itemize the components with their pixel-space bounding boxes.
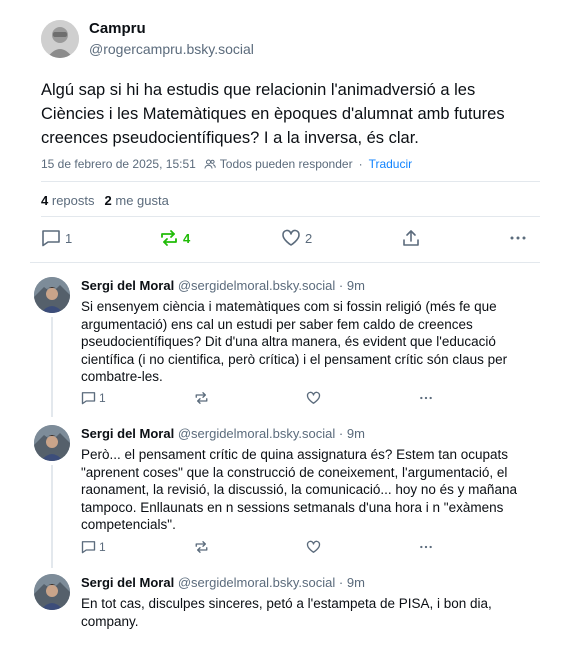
like-button[interactable] <box>306 540 321 554</box>
reply-text: En tot cas, disculpes sinceres, petó a l… <box>81 596 492 629</box>
repost-icon <box>194 540 209 554</box>
reply-time[interactable]: 9m <box>347 575 365 590</box>
reply-text: Si ensenyem ciència i matemàtiques com s… <box>81 299 508 384</box>
heart-icon <box>281 229 301 247</box>
reply-post[interactable]: Sergi del Moral @sergidelmoral.bsky.soci… <box>0 270 570 420</box>
author-handle[interactable]: @rogercampru.bsky.social <box>89 40 254 58</box>
share-button[interactable] <box>402 229 420 247</box>
reply-icon <box>81 540 96 554</box>
likes-count[interactable]: 2 me gusta <box>105 193 169 208</box>
reply-time[interactable]: 9m <box>347 278 365 293</box>
reply-header: Sergi del Moral @sergidelmoral.bsky.soci… <box>81 278 365 293</box>
author-name[interactable]: Campru <box>89 20 254 38</box>
reply-text: Però... el pensament crític de quina ass… <box>81 447 517 532</box>
translate-link[interactable]: Traducir <box>369 157 413 171</box>
reply-post[interactable]: Sergi del Moral @sergidelmoral.bsky.soci… <box>0 568 570 658</box>
reply-author-name[interactable]: Sergi del Moral <box>81 426 174 441</box>
repost-button[interactable] <box>194 540 209 554</box>
divider <box>41 216 540 217</box>
divider <box>30 262 540 263</box>
avatar[interactable] <box>34 277 70 313</box>
reply-author-handle[interactable]: @sergidelmoral.bsky.social <box>178 426 335 441</box>
more-button[interactable] <box>418 391 434 405</box>
more-icon <box>418 391 434 405</box>
engagement-counts: 4 reposts 2 me gusta <box>41 193 169 208</box>
post-author[interactable]: Campru @rogercampru.bsky.social <box>41 20 254 58</box>
repost-button[interactable] <box>194 391 209 405</box>
reply-icon <box>81 391 96 405</box>
thread-line <box>51 465 53 568</box>
heart-icon <box>306 540 321 554</box>
post-actions: 1 4 2 <box>41 229 531 249</box>
more-icon <box>509 229 527 247</box>
heart-icon <box>306 391 321 405</box>
reply-permission: Todos pueden responder <box>204 157 353 171</box>
people-icon <box>204 158 216 170</box>
reply-button[interactable]: 1 <box>81 540 106 554</box>
reply-author-handle[interactable]: @sergidelmoral.bsky.social <box>178 278 335 293</box>
repost-button[interactable]: 4 <box>159 229 190 247</box>
like-button[interactable]: 2 <box>281 229 312 247</box>
more-icon <box>418 540 434 554</box>
share-icon <box>402 229 420 247</box>
avatar[interactable] <box>41 20 79 58</box>
reply-icon <box>41 229 61 247</box>
reply-author-name[interactable]: Sergi del Moral <box>81 278 174 293</box>
reply-button[interactable]: 1 <box>41 229 72 247</box>
reply-author-name[interactable]: Sergi del Moral <box>81 575 174 590</box>
reply-post[interactable]: Sergi del Moral @sergidelmoral.bsky.soci… <box>0 420 570 570</box>
reply-header: Sergi del Moral @sergidelmoral.bsky.soci… <box>81 426 365 441</box>
post-timestamp[interactable]: 15 de febrero de 2025, 15:51 <box>41 157 196 171</box>
reply-actions: 1 <box>81 540 441 556</box>
post-meta: 15 de febrero de 2025, 15:51 Todos puede… <box>41 157 412 171</box>
reply-time[interactable]: 9m <box>347 426 365 441</box>
repost-icon <box>194 391 209 405</box>
like-button[interactable] <box>306 391 321 405</box>
more-button[interactable] <box>509 229 527 247</box>
reply-button[interactable]: 1 <box>81 391 106 405</box>
separator-dot: · <box>358 157 363 171</box>
reply-actions: 1 <box>81 391 441 407</box>
more-button[interactable] <box>418 540 434 554</box>
post-text: Algú sap si hi ha estudis que relacionin… <box>41 81 505 147</box>
reply-author-handle[interactable]: @sergidelmoral.bsky.social <box>178 575 335 590</box>
avatar[interactable] <box>34 574 70 610</box>
repost-icon <box>159 229 179 247</box>
reply-header: Sergi del Moral @sergidelmoral.bsky.soci… <box>81 575 365 590</box>
reposts-count[interactable]: 4 reposts <box>41 193 95 208</box>
thread-line <box>51 317 53 417</box>
avatar[interactable] <box>34 425 70 461</box>
divider <box>41 181 540 182</box>
